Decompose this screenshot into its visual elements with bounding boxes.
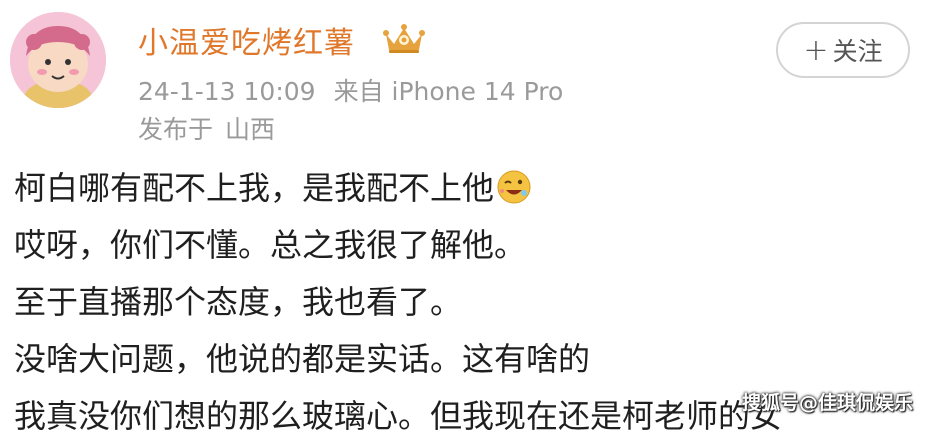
content-line: 没啥大问题，他说的都是实话。这有啥的 [14,340,591,378]
post-source: 来自 iPhone 14 Pro [333,77,564,106]
follow-button[interactable]: + 关注 [776,22,910,78]
follow-label: 关注 [832,37,883,66]
wink-laugh-emoji-icon [497,170,531,204]
plus-icon: + [803,32,829,68]
watermark: 搜狐号@佳琪侃娱乐 [742,392,914,414]
content-line: 至于直播那个态度，我也看了。 [14,283,463,321]
user-avatar[interactable] [10,12,106,108]
location-value: 山西 [225,115,276,144]
content-line: 柯白哪有配不上我，是我配不上他 [14,160,924,217]
post-timestamp: 24-1-13 10:09 [138,77,316,106]
username[interactable]: 小温爱吃烤红薯 [138,18,355,62]
post-location: 发布于 山西 [138,110,275,146]
content-line-text: 柯白哪有配不上我，是我配不上他 [14,169,495,207]
location-label: 发布于 [138,115,214,144]
crown-vip-icon[interactable] [382,22,426,56]
avatar-illustration [10,12,106,108]
post-meta: 24-1-13 10:09 来自 iPhone 14 Pro [138,72,563,108]
content-line: 哎呀，你们不懂。总之我很了解他。 [14,226,527,264]
weibo-post-card: 小温爱吃烤红薯 24-1-13 10:09 来自 iPhone 14 Pro 发布… [0,0,933,435]
